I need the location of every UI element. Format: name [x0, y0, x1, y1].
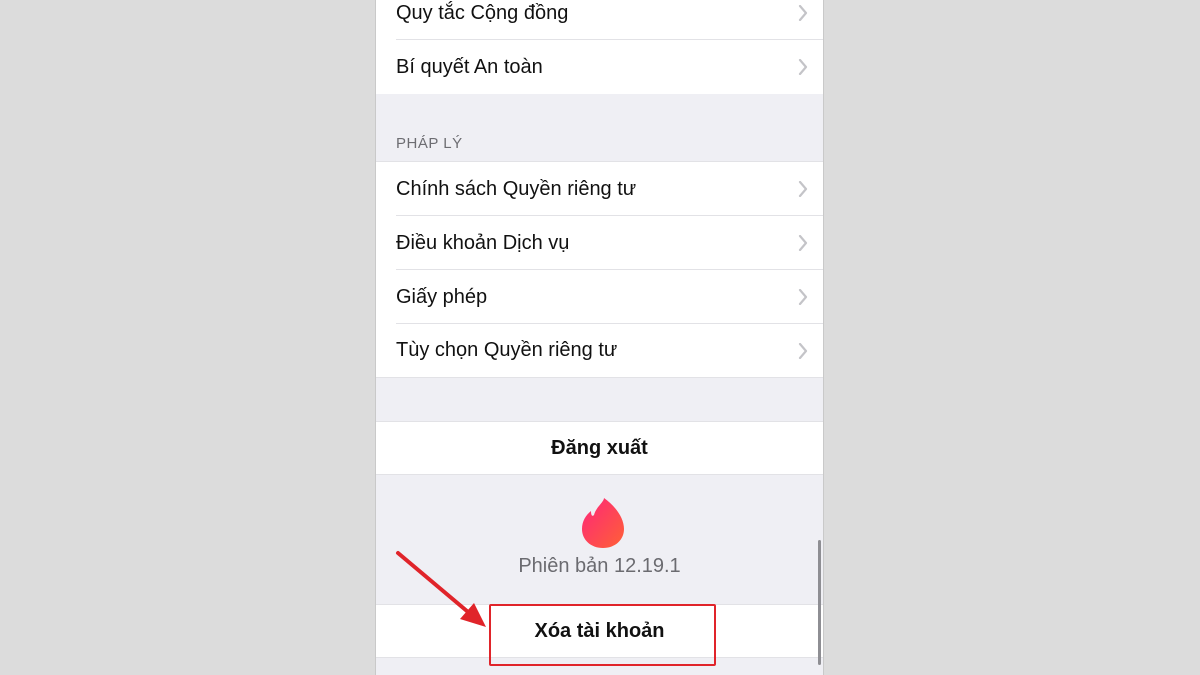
- logout-button[interactable]: Đăng xuất: [376, 421, 823, 475]
- licenses-item[interactable]: Giấy phép: [376, 270, 823, 324]
- licenses-label: Giấy phép: [396, 285, 488, 308]
- chevron-right-icon: [797, 342, 809, 360]
- privacy-policy-item[interactable]: Chính sách Quyền riêng tư: [376, 162, 823, 216]
- legal-group: Chính sách Quyền riêng tư Điều khoản Dịc…: [376, 161, 823, 378]
- safety-tips-item[interactable]: Bí quyết An toàn: [376, 40, 823, 94]
- community-guidelines-label: Quy tắc Cộng đồng: [396, 1, 569, 24]
- privacy-preferences-label: Tùy chọn Quyền riêng tư: [396, 339, 618, 361]
- annotation-arrow-icon: [396, 551, 486, 627]
- scrollbar[interactable]: [818, 540, 821, 665]
- chevron-right-icon: [797, 234, 809, 252]
- terms-of-service-item[interactable]: Điều khoản Dịch vụ: [376, 216, 823, 270]
- chevron-right-icon: [797, 180, 809, 198]
- safety-tips-label: Bí quyết An toàn: [396, 55, 543, 78]
- legal-section-header: PHÁP LÝ: [396, 135, 463, 152]
- help-group: Quy tắc Cộng đồng Bí quyết An toàn: [376, 0, 823, 94]
- flame-icon: [580, 497, 626, 549]
- chevron-right-icon: [797, 4, 809, 22]
- community-guidelines-item[interactable]: Quy tắc Cộng đồng: [376, 0, 823, 40]
- chevron-right-icon: [797, 288, 809, 306]
- highlight-box: [489, 604, 716, 666]
- privacy-policy-label: Chính sách Quyền riêng tư: [396, 177, 637, 200]
- terms-of-service-label: Điều khoản Dịch vụ: [396, 231, 570, 254]
- privacy-preferences-item[interactable]: Tùy chọn Quyền riêng tư: [376, 324, 823, 378]
- chevron-right-icon: [797, 58, 809, 76]
